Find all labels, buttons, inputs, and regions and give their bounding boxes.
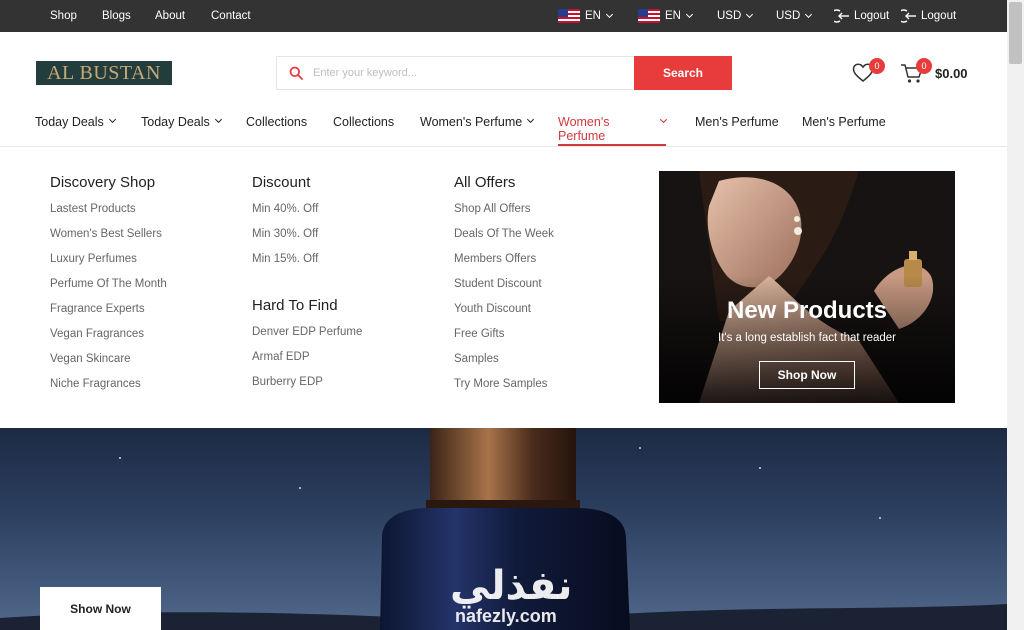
logout-label: Logout bbox=[854, 10, 890, 22]
site-header: AL BUSTAN Search 0 0 $0.00 bbox=[0, 32, 1007, 114]
hero-banner: Show Now نفذلي nafezly.com bbox=[0, 428, 1007, 630]
menu-link[interactable]: Vegan Fragrances bbox=[50, 328, 144, 340]
menu-heading-discovery: Discovery Shop bbox=[50, 174, 156, 191]
nav-label: Men's Perfume bbox=[802, 115, 886, 129]
topbar-link-contact[interactable]: Contact bbox=[211, 10, 251, 22]
search-icon bbox=[289, 66, 303, 80]
menu-link[interactable]: Denver EDP Perfume bbox=[252, 326, 362, 338]
menu-link[interactable]: Youth Discount bbox=[454, 303, 531, 315]
currency-label: USD bbox=[776, 10, 801, 22]
menu-heading-discount: Discount bbox=[252, 174, 311, 191]
nav-label: Women's Perfume bbox=[420, 115, 523, 129]
nav-item-womens-perfume[interactable]: Women's Perfume bbox=[420, 115, 535, 146]
menu-link[interactable]: Try More Samples bbox=[454, 378, 548, 390]
nav-item-collections-2[interactable]: Collections bbox=[333, 115, 394, 146]
nav-item-womens-perfume-active[interactable]: Women's Perfume bbox=[558, 115, 668, 146]
logout-link-2[interactable]: Logout bbox=[901, 0, 956, 32]
chevron-down-icon bbox=[605, 10, 614, 18]
nav-item-collections[interactable]: Collections bbox=[246, 115, 307, 146]
nav-label: Collections bbox=[333, 115, 395, 129]
site-logo[interactable]: AL BUSTAN bbox=[36, 61, 172, 85]
currency-selector-1[interactable]: USD bbox=[717, 0, 754, 32]
language-selector-2[interactable]: EN bbox=[638, 0, 694, 32]
promo-shop-now-button[interactable]: Shop Now bbox=[759, 361, 855, 389]
menu-link[interactable]: Student Discount bbox=[454, 278, 542, 290]
chevron-down-icon bbox=[805, 10, 813, 18]
language-label: EN bbox=[585, 10, 601, 22]
menu-heading-all-offers: All Offers bbox=[454, 174, 516, 191]
cart-count-badge: 0 bbox=[916, 58, 932, 74]
scrollbar-thumb[interactable] bbox=[1009, 2, 1022, 64]
page-scrollbar[interactable] bbox=[1007, 0, 1024, 630]
currency-selector-2[interactable]: USD bbox=[776, 0, 813, 32]
main-nav: Today Deals Today Deals Collections Coll… bbox=[0, 114, 1007, 147]
menu-link[interactable]: Women's Best Sellers bbox=[50, 228, 162, 240]
menu-link[interactable]: Armaf EDP bbox=[252, 351, 310, 363]
promo-title: New Products bbox=[726, 297, 888, 324]
menu-link[interactable]: Burberry EDP bbox=[252, 376, 323, 388]
chevron-down-icon bbox=[685, 10, 694, 18]
nav-item-today-deals[interactable]: Today Deals bbox=[35, 115, 116, 146]
menu-link[interactable]: Min 40%. Off bbox=[252, 203, 318, 215]
menu-link[interactable]: Free Gifts bbox=[454, 328, 504, 340]
chevron-down-icon bbox=[214, 115, 222, 124]
menu-link[interactable]: Lastest Products bbox=[50, 203, 136, 215]
promo-banner[interactable]: New Products It's a long establish fact … bbox=[659, 171, 955, 403]
menu-link[interactable]: Vegan Skincare bbox=[50, 353, 131, 365]
search-button[interactable]: Search bbox=[634, 56, 732, 90]
us-flag-icon bbox=[558, 9, 580, 23]
chevron-down-icon bbox=[746, 10, 754, 18]
nav-item-today-deals-2[interactable]: Today Deals bbox=[141, 115, 222, 146]
menu-link[interactable]: Perfume Of The Month bbox=[50, 278, 167, 290]
menu-link[interactable]: Niche Fragrances bbox=[50, 378, 141, 390]
logout-icon bbox=[901, 9, 916, 23]
menu-link[interactable]: Shop All Offers bbox=[454, 203, 531, 215]
hero-show-now-button[interactable]: Show Now bbox=[40, 587, 161, 630]
topbar-link-about[interactable]: About bbox=[155, 10, 185, 22]
mega-menu-dropdown: Discovery Shop Lastest Products Women's … bbox=[0, 147, 1007, 428]
menu-link[interactable]: Fragrance Experts bbox=[50, 303, 145, 315]
language-label: EN bbox=[665, 10, 681, 22]
logout-icon bbox=[834, 9, 849, 23]
search-input[interactable] bbox=[313, 57, 613, 89]
promo-subtitle: It's a long establish fact that reader bbox=[718, 332, 896, 344]
nav-label: Men's Perfume bbox=[695, 115, 779, 129]
logout-label: Logout bbox=[921, 10, 957, 22]
watermark-subtext: nafezly.com bbox=[455, 606, 557, 626]
cart-total[interactable]: $0.00 bbox=[935, 66, 968, 81]
chevron-down-icon bbox=[108, 115, 116, 124]
wishlist-count-badge: 0 bbox=[869, 58, 885, 74]
search-box bbox=[276, 56, 634, 90]
nav-label: Today Deals bbox=[141, 115, 210, 129]
menu-link[interactable]: Samples bbox=[454, 353, 499, 365]
menu-link[interactable]: Luxury Perfumes bbox=[50, 253, 137, 265]
menu-link[interactable]: Deals Of The Week bbox=[454, 228, 554, 240]
language-selector-1[interactable]: EN bbox=[558, 0, 614, 32]
nav-label: Collections bbox=[246, 115, 308, 129]
nav-label: Women's Perfume bbox=[558, 115, 610, 143]
nav-item-mens-perfume[interactable]: Men's Perfume bbox=[695, 115, 779, 146]
menu-heading-hard-to-find: Hard To Find bbox=[252, 297, 338, 314]
nav-label: Today Deals bbox=[35, 115, 104, 129]
menu-link[interactable]: Min 30%. Off bbox=[252, 228, 318, 240]
top-bar: Shop Blogs About Contact EN EN USD USD L… bbox=[0, 0, 1007, 32]
menu-link[interactable]: Members Offers bbox=[454, 253, 536, 265]
currency-label: USD bbox=[717, 10, 742, 22]
us-flag-icon bbox=[638, 9, 660, 23]
chevron-down-icon bbox=[660, 116, 668, 123]
topbar-link-shop[interactable]: Shop bbox=[50, 10, 77, 22]
topbar-link-blogs[interactable]: Blogs bbox=[102, 10, 131, 22]
nav-item-mens-perfume-2[interactable]: Men's Perfume bbox=[802, 115, 886, 146]
logout-link-1[interactable]: Logout bbox=[834, 0, 889, 32]
menu-link[interactable]: Min 15%. Off bbox=[252, 253, 318, 265]
chevron-down-icon bbox=[527, 115, 535, 124]
watermark-text: نفذلي bbox=[450, 564, 573, 608]
